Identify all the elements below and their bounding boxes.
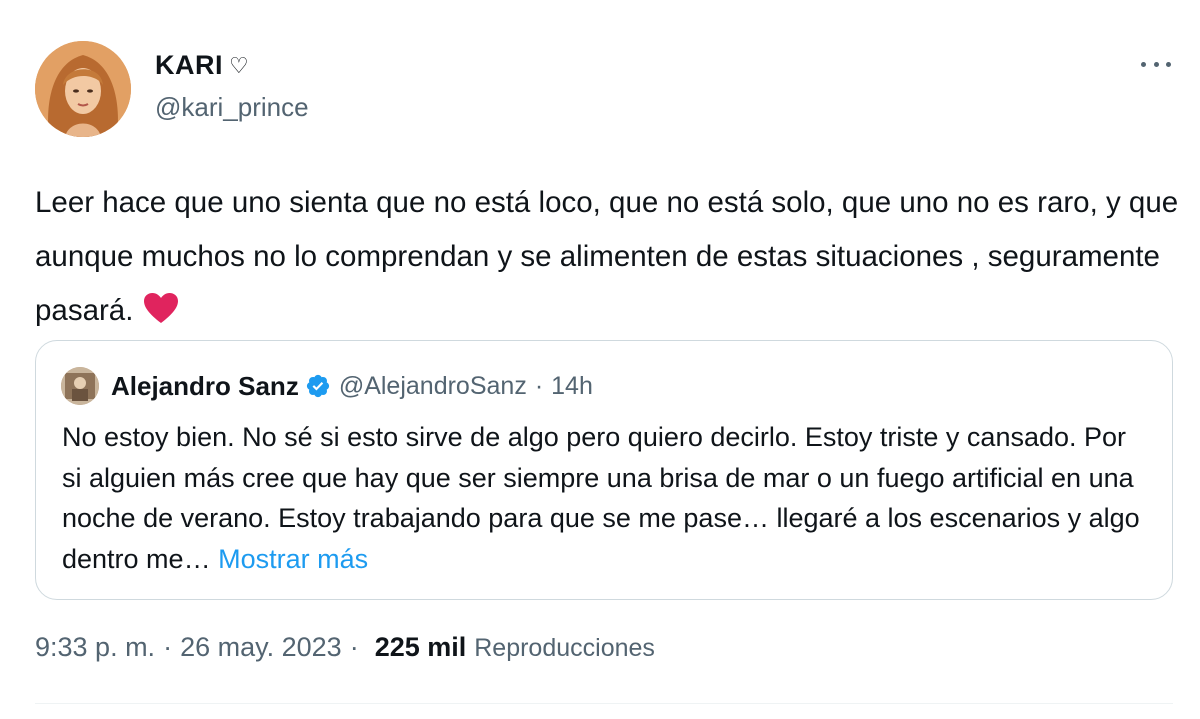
quote-avatar[interactable] — [61, 367, 99, 405]
tweet-date[interactable]: 26 may. 2023 — [180, 632, 342, 663]
author-display-name[interactable]: KARI — [155, 50, 223, 81]
verified-badge-icon — [305, 373, 331, 399]
more-horizontal-icon — [1141, 61, 1146, 67]
quote-separator: · — [534, 371, 544, 400]
author-name-row: KARI ♡ — [155, 50, 249, 81]
divider — [35, 703, 1173, 704]
heart-outline-icon: ♡ — [229, 52, 249, 78]
quote-header: Alejandro Sanz @AlejandroSanz · 14h — [61, 367, 593, 405]
tweet-text: Leer hace que uno sienta que no está loc… — [35, 176, 1185, 342]
quote-profile-photo-icon — [61, 367, 99, 405]
views-label: Reproducciones — [474, 634, 655, 662]
quote-text: No estoy bien. No sé si esto sirve de al… — [62, 417, 1152, 579]
author-avatar[interactable] — [35, 41, 131, 137]
show-more-link[interactable]: Mostrar más — [218, 544, 368, 574]
more-options-button[interactable] — [1138, 52, 1174, 76]
tweet-card: KARI ♡ @kari_prince Leer hace que uno si… — [0, 0, 1200, 719]
meta-separator: · — [163, 632, 173, 662]
quote-display-name[interactable]: Alejandro Sanz — [111, 371, 299, 402]
profile-photo-icon — [35, 41, 131, 137]
more-dot — [1153, 61, 1159, 67]
quoted-tweet[interactable]: Alejandro Sanz @AlejandroSanz · 14h No e… — [35, 340, 1173, 600]
tweet-meta: 9:33 p. m. · 26 may. 2023 · 225 mil Repr… — [35, 632, 655, 663]
tweet-text-body: Leer hace que uno sienta que no está loc… — [35, 186, 1179, 327]
quote-handle[interactable]: @AlejandroSanz — [339, 372, 527, 401]
author-handle[interactable]: @kari_prince — [155, 92, 309, 123]
views-count[interactable]: 225 mil — [375, 632, 467, 663]
meta-separator-2: · — [349, 632, 359, 662]
quote-timestamp[interactable]: 14h — [551, 372, 593, 401]
more-dot — [1166, 61, 1171, 67]
tweet-time[interactable]: 9:33 p. m. — [35, 632, 155, 663]
red-heart-icon — [143, 288, 179, 342]
